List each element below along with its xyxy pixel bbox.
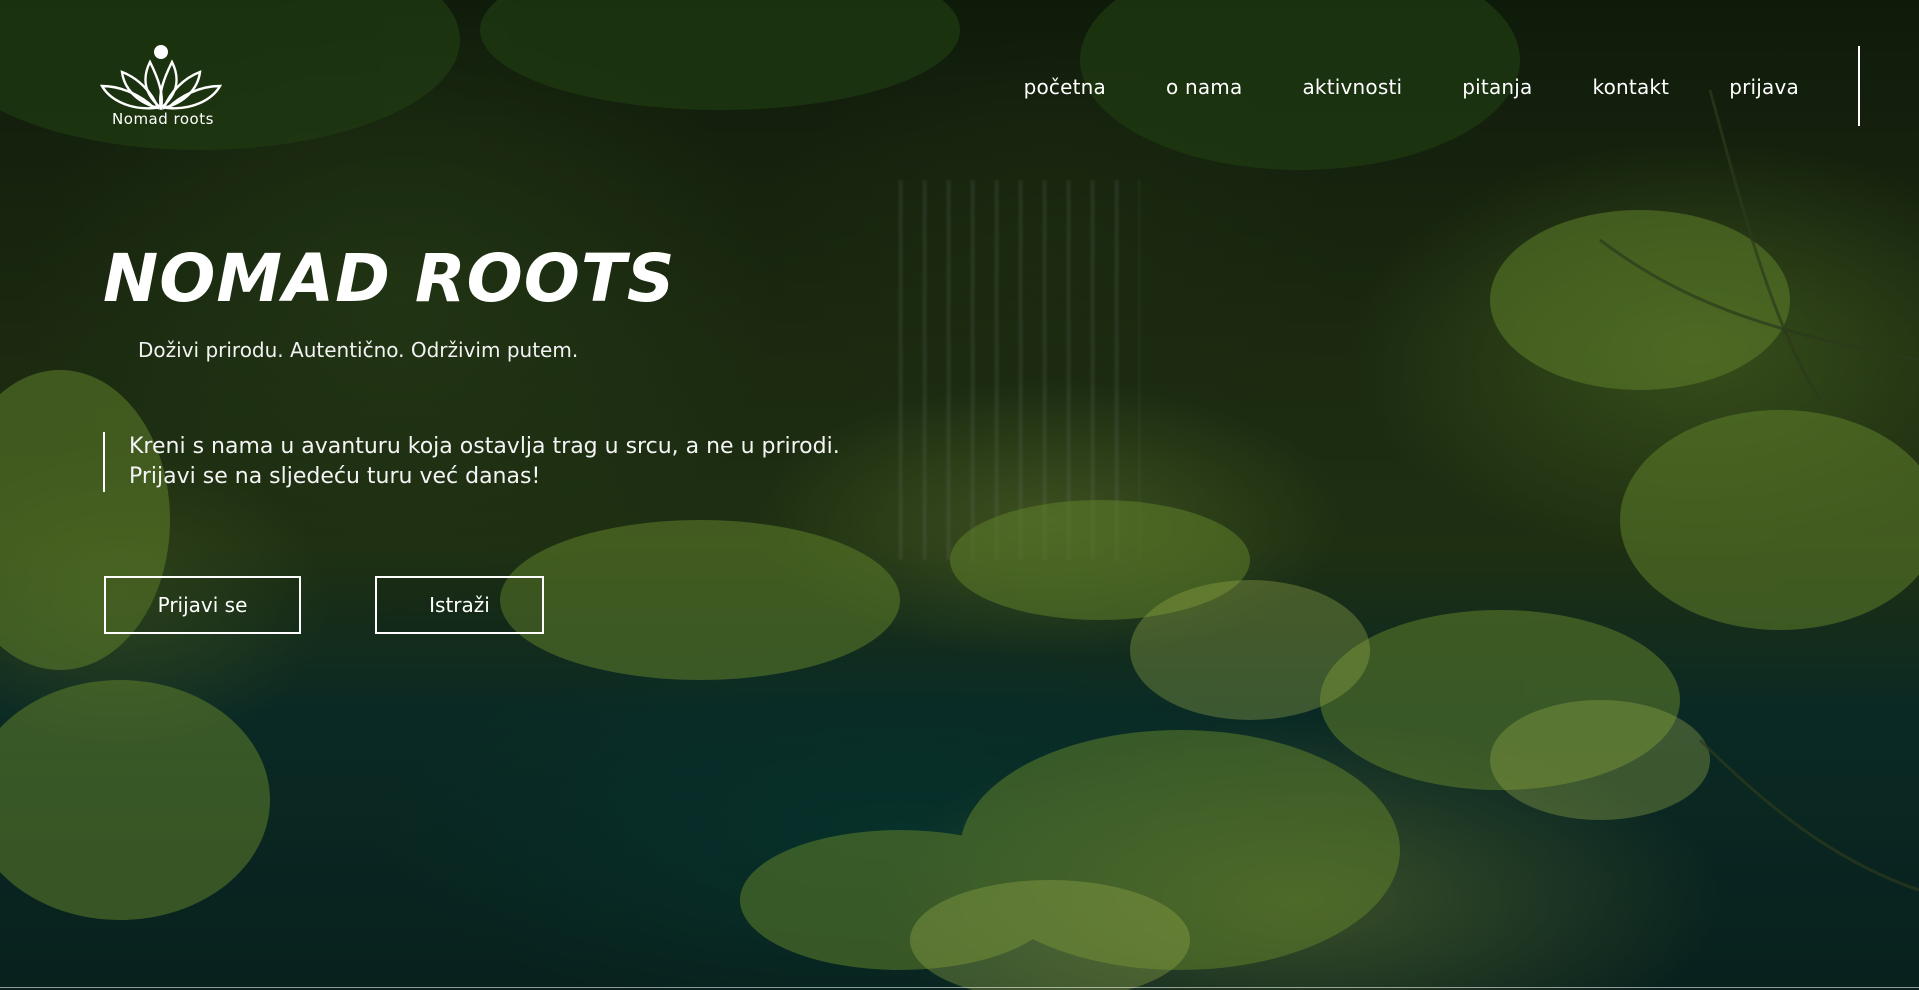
hero-quote-line-1: Kreni s nama u avanturu koja ostavlja tr… xyxy=(129,434,840,459)
nav-item-kontakt[interactable]: kontakt xyxy=(1593,75,1670,99)
bottom-divider xyxy=(0,987,1919,988)
hero-quote-line-2: Prijavi se na sljedeću turu već danas! xyxy=(129,464,541,489)
hero-background: Nomad roots početna o nama aktivnosti pi… xyxy=(0,0,1919,990)
lotus-leaves-icon xyxy=(99,45,223,111)
nav-item-aktivnosti[interactable]: aktivnosti xyxy=(1302,75,1402,99)
nav-item-pocetna[interactable]: početna xyxy=(1024,75,1106,99)
nav-item-prijava[interactable]: prijava xyxy=(1729,75,1799,99)
nav-divider xyxy=(1858,46,1860,126)
signup-button[interactable]: Prijavi se xyxy=(104,576,301,634)
hero-tagline: Doživi prirodu. Autentično. Održivim put… xyxy=(138,338,579,362)
brand-name: Nomad roots xyxy=(112,110,214,128)
brand-logo[interactable]: Nomad roots xyxy=(99,38,226,130)
nav-item-o-nama[interactable]: o nama xyxy=(1166,75,1242,99)
explore-button[interactable]: Istraži xyxy=(375,576,544,634)
nav-item-pitanja[interactable]: pitanja xyxy=(1462,75,1532,99)
hero-quote: Kreni s nama u avanturu koja ostavlja tr… xyxy=(103,432,840,492)
hero-title: NOMAD ROOTS xyxy=(103,240,676,317)
main-nav: početna o nama aktivnosti pitanja kontak… xyxy=(964,72,1799,102)
